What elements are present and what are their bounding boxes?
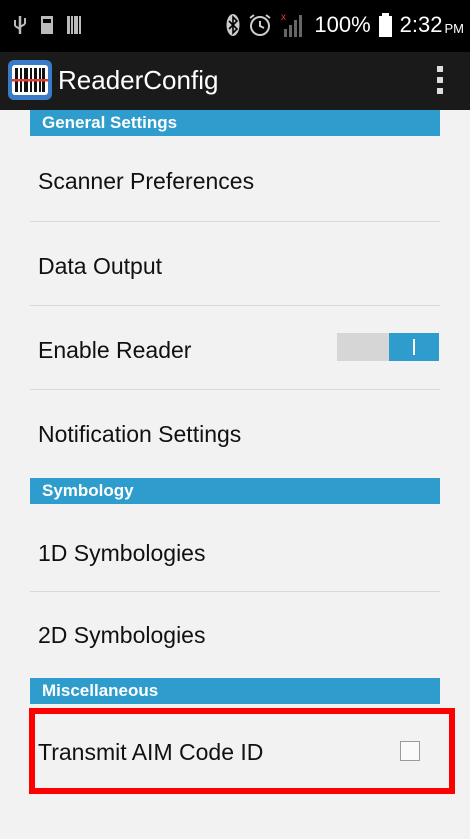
2d-symbologies-label: 2D Symbologies [38,622,206,648]
signal-icon: x [281,12,303,37]
section-header-miscellaneous: Miscellaneous [30,678,440,704]
section-header-symbology: Symbology [30,478,440,504]
status-bar: x 100% 2:32 PM [0,0,470,52]
section-header-general: General Settings [30,110,440,136]
list-item-scanner-preferences[interactable]: Scanner Preferences [30,136,440,220]
list-item-1d-symbologies[interactable]: 1D Symbologies [30,504,440,591]
usb-icon [14,16,26,34]
battery-icon [378,13,392,37]
status-bar-left [14,10,104,40]
list-item-notification-settings[interactable]: Notification Settings [30,390,440,478]
barcode-scanner-icon[interactable] [8,60,52,100]
action-bar: ReaderConfig [0,52,470,110]
data-output-label: Data Output [38,253,163,279]
clock-ampm: PM [444,20,465,36]
list-item-2d-symbologies[interactable]: 2D Symbologies [30,592,440,678]
overflow-menu-icon[interactable] [434,62,446,98]
app-title: ReaderConfig [58,65,219,95]
svg-text:x: x [281,12,286,23]
battery-percent: 100% [314,12,371,37]
notification-icons [14,16,81,34]
toggle-thumb [389,333,439,361]
enable-reader-label: Enable Reader [38,337,192,363]
list-item-data-output[interactable]: Data Output [30,222,440,305]
clock-time: 2:32 [399,12,443,37]
status-bar-right: x 100% 2:32 PM [226,8,464,42]
alarm-icon [249,14,271,36]
1d-symbologies-label: 1D Symbologies [38,540,206,566]
scanner-preferences-label: Scanner Preferences [38,168,255,194]
notification-settings-label: Notification Settings [38,421,242,447]
bluetooth-icon [226,14,240,36]
highlight-box [29,708,455,794]
enable-reader-toggle[interactable] [337,333,439,361]
